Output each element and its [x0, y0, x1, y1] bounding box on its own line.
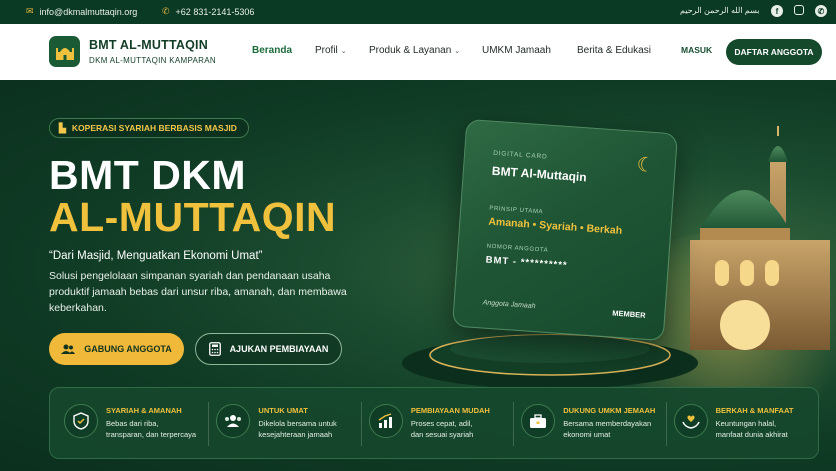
feature-item: SYARIAH & AMANAH Bebas dari riba, transp…: [50, 388, 208, 458]
calculator-icon: [208, 342, 221, 356]
nav-item-produk-layanan[interactable]: Produk & Layanan ⌄: [369, 45, 460, 56]
feature-title: SYARIAH & AMANAH: [106, 406, 182, 415]
phone-icon: ✆: [162, 6, 170, 16]
card-member-tag: MEMBER: [612, 308, 646, 320]
card-label: DIGITAL CARD: [492, 149, 548, 161]
nav-item-profil[interactable]: Profil ⌄: [315, 45, 347, 56]
mail-icon: ✉: [26, 6, 34, 16]
card-principle-value: Amanah • Syariah • Berkah: [487, 215, 623, 237]
card-footer-left: Anggota Jamaah: [482, 299, 536, 311]
people-icon: [216, 404, 251, 438]
feature-desc-line1: Bebas dari riba,: [106, 419, 159, 428]
card-number-label: NOMOR ANGGOTA: [486, 243, 549, 254]
nav-item-beranda[interactable]: Beranda: [252, 45, 292, 56]
feature-title: UNTUK UMAT: [258, 406, 308, 415]
brand-subtitle: DKM AL-MUTTAQIN KAMPARAN: [89, 56, 216, 65]
basmalah-text: بسم الله الرحمن الرحيم: [680, 6, 760, 15]
hero-section: ▙ KOPERASI SYARIAH BERBASIS MASJID BMT D…: [0, 80, 836, 471]
feature-desc-line1: Bersama memberdayakan: [563, 419, 652, 428]
feature-desc-line2: ekonomi umat: [563, 430, 611, 439]
badge-text: KOPERASI SYARIAH BERBASIS MASJID: [71, 123, 237, 133]
social-links: f ✆: [771, 5, 827, 17]
apply-financing-button[interactable]: AJUKAN PEMBIAYAAN: [195, 333, 342, 365]
top-bar: ✉ info@dkmalmuttaqin.org ✆ +62 831-2141-…: [0, 0, 836, 24]
feature-desc-line1: Dikelola bersama untuk: [258, 419, 337, 428]
facebook-icon[interactable]: f: [771, 5, 783, 17]
feature-title: PEMBIAYAAN MUDAH: [410, 406, 490, 415]
feature-item: UNTUK UMAT Dikelola bersama untuk keseja…: [208, 388, 360, 458]
feature-desc-line2: dan sesuai syariah: [410, 430, 474, 439]
feature-item: PEMBIAYAAN MUDAH Proses cepat, adil, dan…: [360, 388, 513, 458]
login-button[interactable]: MASUK: [681, 45, 712, 55]
feature-item: BERKAH & MANFAAT Keuntungan halal, manfa…: [665, 388, 818, 458]
mosque-icon: ▙: [59, 122, 66, 133]
nav-item-berita-edukasi[interactable]: Berita & Edukasi: [577, 45, 651, 56]
phone-text: +62 831-2141-5306: [175, 6, 255, 17]
main-navbar: BMT AL-MUTTAQIN DKM AL-MUTTAQIN KAMPARAN…: [0, 24, 836, 80]
shield-icon: [64, 404, 98, 438]
join-member-button[interactable]: GABUNG ANGGOTA: [49, 333, 184, 365]
nav-item-umkm-jamaah[interactable]: UMKM Jamaah: [482, 45, 551, 56]
heart-hands-icon: [673, 404, 708, 438]
feature-title: BERKAH & MANFAAT: [715, 406, 794, 415]
contact-email[interactable]: ✉ info@dkmalmuttaqin.org: [26, 6, 137, 17]
hero-title-line1: BMT DKM: [49, 152, 247, 198]
hero-description: Solusi pengelolaan simpanan syariah dan …: [49, 270, 347, 314]
feature-desc-line2: kesejahteraan jamaah: [258, 430, 333, 439]
card-title: BMT Al-Muttaqin: [491, 163, 588, 185]
card-number-value: BMT - **********: [485, 254, 568, 272]
chevron-down-icon: ⌄: [340, 48, 347, 55]
feature-title: DUKUNG UMKM JEMAAH: [563, 406, 656, 415]
growth-chart-icon: [368, 404, 403, 438]
instagram-icon[interactable]: [794, 5, 804, 15]
digital-member-card: DIGITAL CARD BMT Al-Muttaqin ☾ PRINSIP U…: [452, 118, 678, 342]
card-principle-label: PRINSIP UTAMA: [489, 205, 544, 216]
users-icon: [61, 344, 76, 354]
feature-desc-line1: Keuntungan halal,: [715, 419, 777, 428]
crescent-moon-icon: ☾: [635, 153, 656, 178]
email-text: info@dkmalmuttaqin.org: [39, 6, 138, 17]
contact-phone[interactable]: ✆ +62 831-2141-5306: [162, 6, 254, 17]
hero-badge: ▙ KOPERASI SYARIAH BERBASIS MASJID: [49, 118, 249, 138]
feature-desc-line2: manfaat dunia akhirat: [715, 430, 788, 439]
join-member-label: GABUNG ANGGOTA: [84, 344, 172, 354]
briefcase-icon: [521, 404, 556, 438]
apply-financing-label: AJUKAN PEMBIAYAAN: [229, 344, 329, 354]
register-button[interactable]: DAFTAR ANGGOTA: [726, 39, 822, 65]
brand-title[interactable]: BMT AL-MUTTAQIN: [89, 38, 208, 52]
hero-tagline: “Dari Masjid, Menguatkan Ekonomi Umat”: [49, 250, 263, 262]
features-bar: SYARIAH & AMANAH Bebas dari riba, transp…: [49, 387, 819, 459]
feature-desc-line2: transparan, dan terpercaya: [106, 430, 197, 439]
whatsapp-icon[interactable]: ✆: [815, 5, 827, 17]
mosque-logo-icon[interactable]: [49, 36, 80, 67]
hero-title-line2: AL-MUTTAQIN: [49, 194, 337, 240]
feature-desc-line1: Proses cepat, adil,: [410, 419, 473, 428]
feature-item: DUKUNG UMKM JEMAAH Bersama memberdayakan…: [513, 388, 665, 458]
chevron-down-icon: ⌄: [454, 48, 461, 55]
